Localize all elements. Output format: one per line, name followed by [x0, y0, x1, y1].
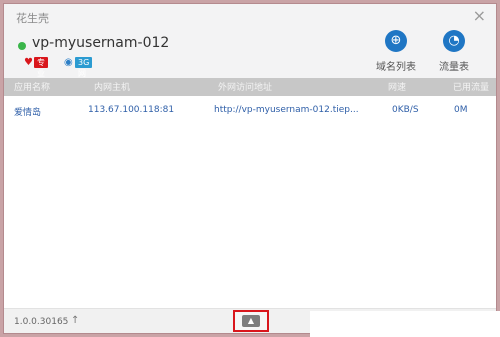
- col-public-url: 外网访问地址: [218, 83, 273, 93]
- col-speed: 网速: [388, 83, 407, 93]
- eye-icon: ◉: [64, 57, 73, 68]
- col-lan-host: 内网主机: [94, 83, 131, 93]
- app-window: 花生壳 × vp-myusernam-012 ♥ 专业版 ◉ 3G网 ⊕ 域名列…: [3, 3, 497, 334]
- cell-used-traffic: 0M: [454, 105, 468, 115]
- close-icon[interactable]: ×: [473, 6, 486, 26]
- gauge-icon: ◔: [443, 30, 465, 52]
- traffic-stats-label: 流量表: [439, 62, 469, 73]
- globe-list-icon: ⊕: [385, 30, 407, 52]
- upgrade-icon[interactable]: ↑: [71, 315, 79, 326]
- chevron-up-icon: ▲: [242, 315, 260, 327]
- version-text: 1.0.0.30165: [14, 317, 69, 327]
- host-name: vp-myusernam-012: [32, 35, 170, 51]
- domain-list-button[interactable]: ⊕ 域名列表: [374, 30, 418, 76]
- cell-app-name: 爱情岛: [14, 108, 42, 118]
- window-title: 花生壳: [16, 12, 49, 25]
- cell-lan-host: 113.67.100.118:81: [88, 105, 175, 115]
- col-used-traffic: 已用流量: [453, 83, 490, 93]
- header: vp-myusernam-012 ♥ 专业版 ◉ 3G网 ⊕ 域名列表 ◔ 流量…: [4, 30, 496, 89]
- table-row[interactable]: 爱情岛 113.67.100.118:81 http://vp-myuserna…: [4, 102, 496, 120]
- expand-panel-button[interactable]: ▲: [233, 310, 269, 332]
- cell-public-url[interactable]: http://vp-myusernam-012.tiep...: [214, 105, 359, 115]
- background-patch: [310, 311, 500, 337]
- mapping-table: 爱情岛 113.67.100.118:81 http://vp-myuserna…: [4, 96, 496, 308]
- cell-speed: 0KB/S: [392, 105, 419, 115]
- edition-badge[interactable]: 专业版: [34, 57, 48, 89]
- network-badge[interactable]: 3G网: [75, 57, 93, 78]
- heart-icon: ♥: [24, 57, 33, 68]
- title-bar: 花生壳 ×: [4, 4, 496, 30]
- traffic-stats-button[interactable]: ◔ 流量表: [432, 30, 476, 76]
- domain-list-label: 域名列表: [376, 62, 416, 73]
- table-header: 应用名称 内网主机 外网访问地址 网速 已用流量: [4, 78, 496, 96]
- online-status-dot: [18, 42, 26, 50]
- col-app-name: 应用名称: [14, 83, 51, 93]
